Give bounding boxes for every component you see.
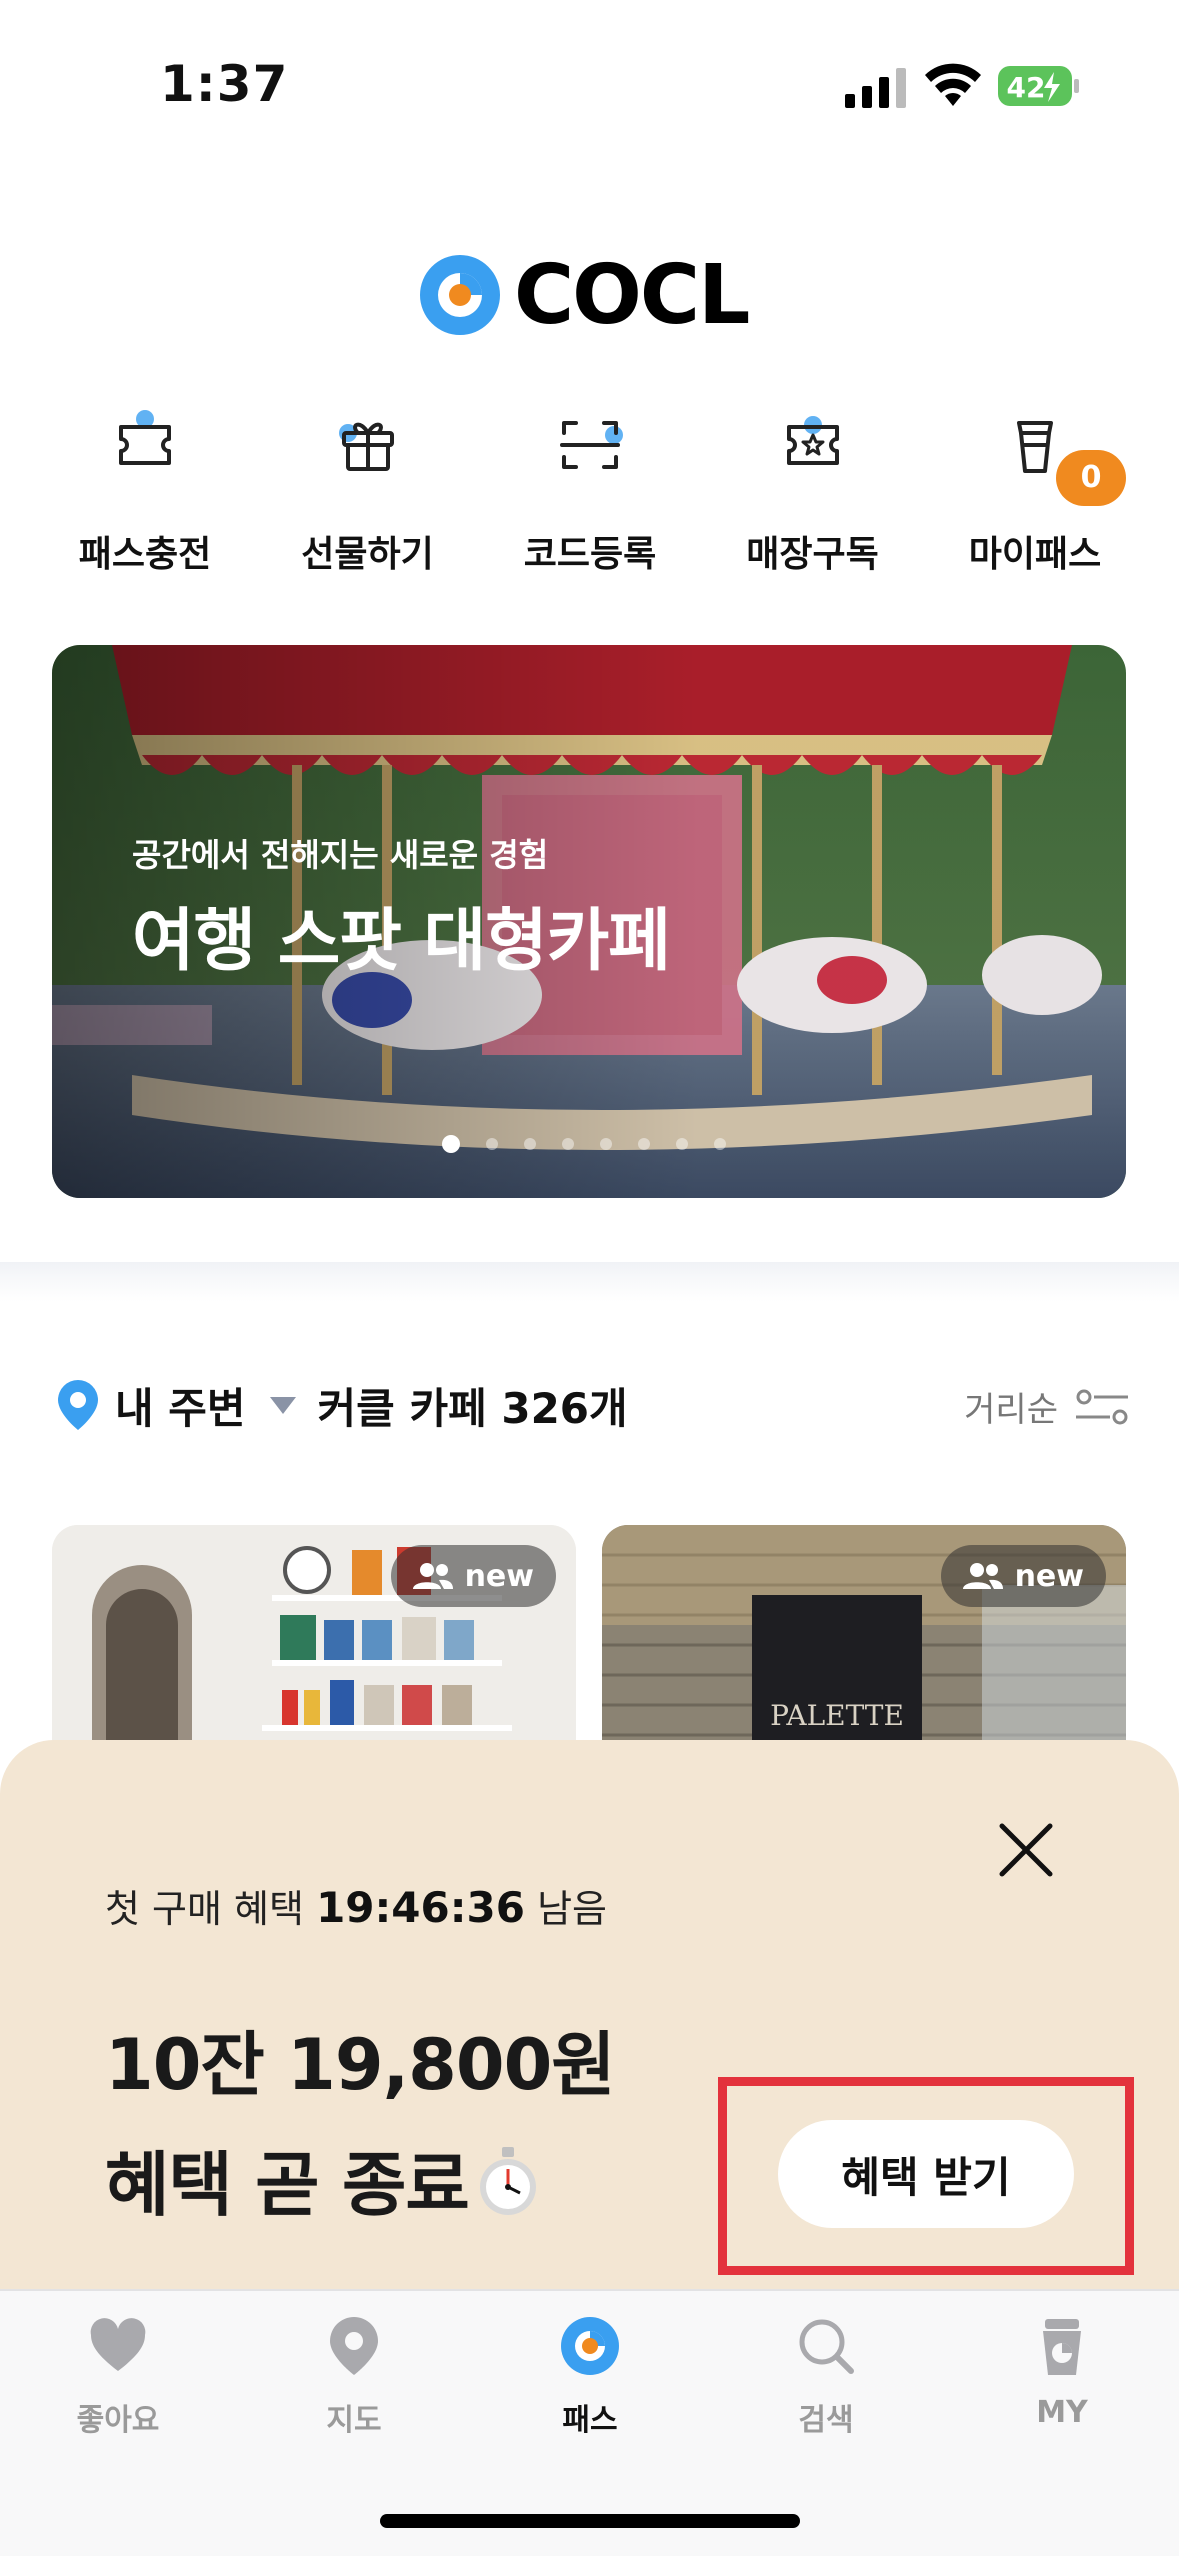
status-time: 1:37 bbox=[160, 55, 289, 113]
pagination-dot bbox=[524, 1138, 536, 1150]
promo-title: 10잔 19,800원 혜택 곧 종료 bbox=[105, 2005, 616, 2245]
banner-subtitle: 공간에서 전해지는 새로운 경험 bbox=[132, 836, 549, 874]
quick-menu-label: 패스충전 bbox=[78, 534, 212, 575]
timer-prefix: 첫 구매 혜택 bbox=[105, 1887, 304, 1931]
heart-icon bbox=[90, 2318, 146, 2371]
promo-bottom-sheet: 첫 구매 혜택 19:46:36 남음 10잔 19,800원 혜택 곧 종료 … bbox=[0, 1740, 1179, 2290]
store-subscribe-icon bbox=[786, 416, 839, 465]
promo-title-line2: 혜택 곧 종료 bbox=[105, 2125, 615, 2245]
tab-my[interactable]: MY bbox=[982, 2313, 1142, 2430]
stopwatch-icon bbox=[479, 2147, 536, 2215]
close-icon[interactable] bbox=[996, 1820, 1056, 1880]
quick-menu-pass-charge[interactable]: 패스충전 bbox=[40, 405, 250, 585]
quick-menu-label: 마이패스 bbox=[968, 534, 1102, 575]
tab-label: 좋아요 bbox=[76, 2403, 160, 2438]
battery-icon: 42 bbox=[998, 64, 1080, 108]
new-badge-label: new bbox=[1014, 1558, 1084, 1594]
quick-menu-code-register[interactable]: 코드등록 bbox=[485, 405, 695, 585]
promo-banner[interactable]: 공간에서 전해지는 새로운 경험 여행 스팟 대형카페 bbox=[52, 645, 1126, 1198]
pagination-dot bbox=[714, 1138, 726, 1150]
people-icon bbox=[412, 1563, 453, 1589]
tab-map[interactable]: 지도 bbox=[274, 2313, 434, 2439]
pass-charge-icon bbox=[119, 410, 171, 465]
quick-menu: 패스충전 선물하기 코드등록 매장구독 마이패스 0 bbox=[40, 405, 1140, 585]
tab-label: 패스 bbox=[562, 2403, 618, 2438]
wifi-icon bbox=[925, 63, 981, 106]
code-scan-icon bbox=[560, 421, 623, 469]
banner-pagination bbox=[442, 1135, 726, 1153]
countdown-timer: 19:46:36 bbox=[316, 1883, 525, 1932]
quick-menu-store-subscribe[interactable]: 매장구독 bbox=[708, 405, 918, 585]
location-pin-icon bbox=[58, 1380, 98, 1430]
new-badge-label: new bbox=[464, 1558, 534, 1594]
cellular-signal-icon bbox=[845, 68, 906, 108]
pagination-dot bbox=[600, 1138, 612, 1150]
logo-text: COCL bbox=[514, 247, 750, 343]
search-icon bbox=[799, 2319, 854, 2374]
tab-label: MY bbox=[1036, 2395, 1088, 2430]
pagination-dot-active bbox=[442, 1135, 460, 1153]
my-cup-icon bbox=[1043, 2319, 1081, 2375]
people-icon bbox=[962, 1563, 1003, 1589]
pagination-dot bbox=[676, 1138, 688, 1150]
quick-menu-gift[interactable]: 선물하기 bbox=[263, 405, 473, 585]
quick-menu-label: 매장구독 bbox=[746, 534, 879, 575]
chevron-down-icon[interactable] bbox=[268, 1394, 298, 1416]
new-badge: new bbox=[940, 1545, 1106, 1607]
section-divider bbox=[0, 1262, 1179, 1302]
tab-search[interactable]: 검색 bbox=[746, 2313, 906, 2439]
pagination-dot bbox=[562, 1138, 574, 1150]
pagination-dot bbox=[638, 1138, 650, 1150]
status-bar: 1:37 42 bbox=[0, 0, 1179, 175]
location-selector[interactable]: 내 주변 bbox=[115, 1375, 246, 1436]
sort-label: 거리순 bbox=[964, 1390, 1058, 1430]
sort-control[interactable]: 거리순 bbox=[964, 1382, 1130, 1431]
cafe-card[interactable]: PALETTE new bbox=[602, 1525, 1126, 1765]
cocl-logo: COCL bbox=[418, 247, 750, 343]
promo-title-line2-text: 혜택 곧 종료 bbox=[105, 2144, 470, 2226]
banner-title: 여행 스팟 대형카페 bbox=[132, 902, 671, 981]
get-benefit-button[interactable]: 혜택 받기 bbox=[778, 2120, 1074, 2228]
promo-title-line1: 10잔 19,800원 bbox=[105, 2024, 616, 2106]
new-badge: new bbox=[390, 1545, 556, 1607]
my-pass-count-badge: 0 bbox=[1056, 450, 1126, 506]
quick-menu-label: 코드등록 bbox=[523, 534, 657, 575]
pass-logo-icon bbox=[561, 2317, 619, 2375]
filter-row: 내 주변 커클 카페 326개 거리순 bbox=[55, 1370, 1130, 1440]
quick-menu-my-pass[interactable]: 마이패스 0 bbox=[930, 405, 1140, 585]
cafe-card[interactable]: new bbox=[52, 1525, 576, 1765]
timer-line: 첫 구매 혜택 19:46:36 남음 bbox=[105, 1878, 607, 1933]
cafe-count: 커클 카페 326개 bbox=[317, 1383, 628, 1433]
quick-menu-label: 선물하기 bbox=[301, 534, 434, 575]
cocl-logo-icon bbox=[420, 255, 500, 335]
tab-label: 검색 bbox=[798, 2403, 854, 2438]
map-pin-icon bbox=[330, 2317, 378, 2375]
gift-icon bbox=[338, 422, 394, 471]
battery-level: 42 bbox=[1007, 71, 1046, 104]
timer-suffix: 남음 bbox=[537, 1887, 608, 1931]
svg-text:PALETTE: PALETTE bbox=[770, 1699, 904, 1732]
tab-likes[interactable]: 좋아요 bbox=[38, 2313, 198, 2439]
home-indicator bbox=[380, 2514, 800, 2528]
filter-sliders-icon bbox=[1076, 1389, 1128, 1424]
pagination-dot bbox=[486, 1138, 498, 1150]
tab-pass[interactable]: 패스 bbox=[510, 2313, 670, 2439]
tab-label: 지도 bbox=[326, 2403, 382, 2438]
